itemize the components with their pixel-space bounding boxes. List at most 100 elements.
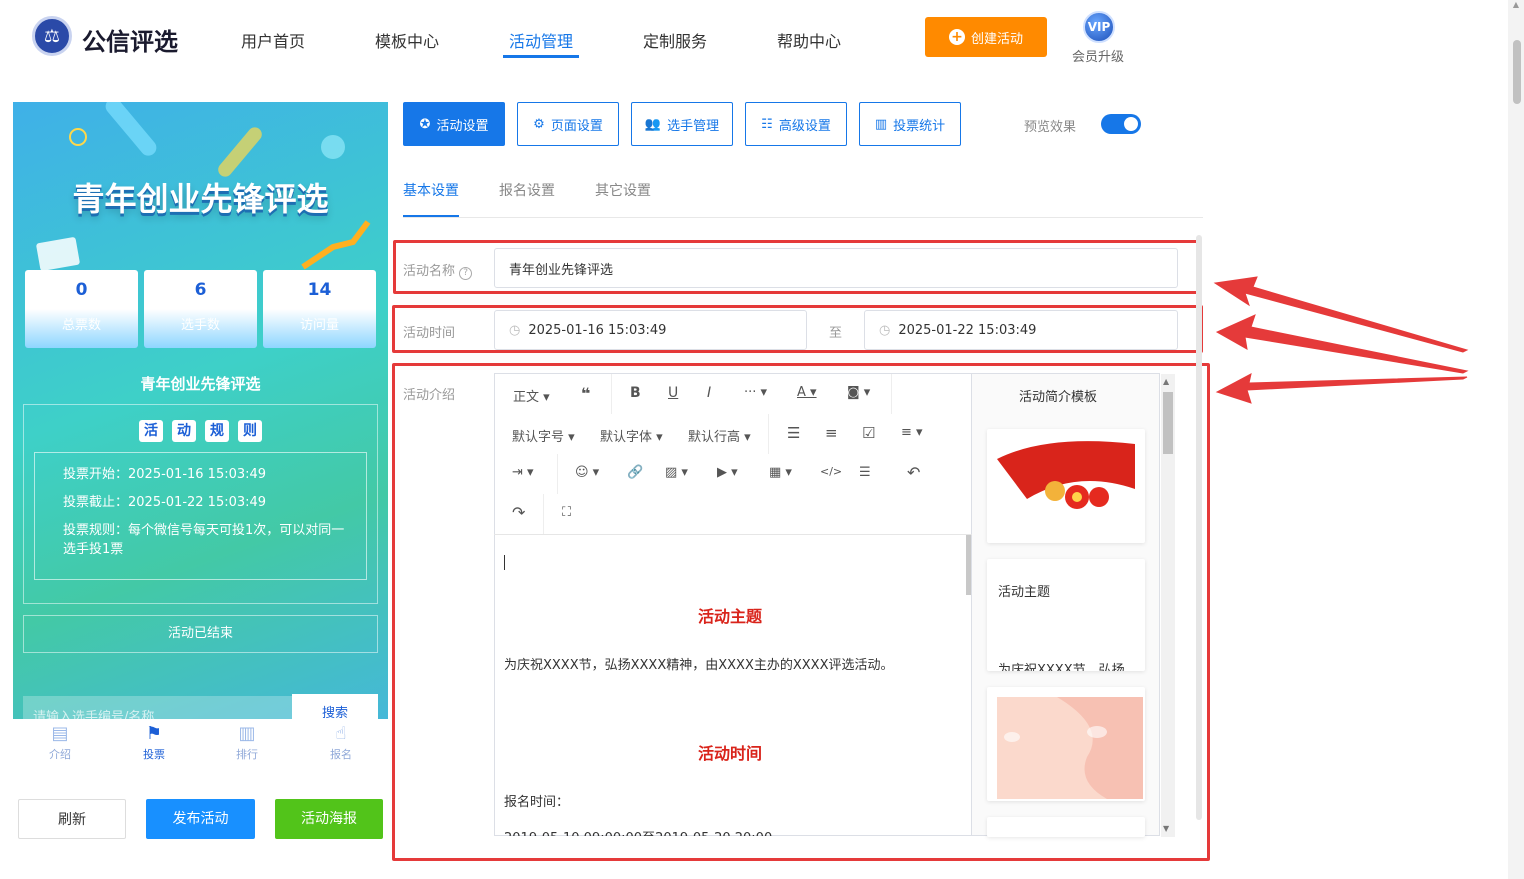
stat-contestants: 6 选手数 (144, 270, 257, 348)
more-icon[interactable]: ··· ▾ (744, 385, 767, 400)
vip-icon[interactable]: VIP (1083, 11, 1115, 43)
tab-basic-settings[interactable]: 基本设置 (403, 180, 459, 200)
fullscreen-icon[interactable]: ⛶ (562, 505, 571, 520)
emoji-icon[interactable]: ☺ ▾ (575, 465, 599, 480)
content-heading-time: 活动时间 (697, 744, 762, 763)
redo-icon[interactable]: ↷ (512, 503, 525, 522)
activity-name-label: 活动名称 ? (403, 260, 473, 280)
paragraph-style-select[interactable]: 正文 ▾ (513, 386, 550, 405)
rules-char: 动 (172, 420, 196, 442)
time-separator: 至 (829, 326, 843, 341)
editor-content[interactable]: 活动主题 为庆祝XXXX节，弘扬XXXX精神，由XXXX主办的XXXX评选活动。… (494, 534, 972, 836)
stat-label: 访问量 (299, 318, 339, 333)
content-paragraph: 为庆祝XXXX节，弘扬XXXX精神，由XXXX主办的XXXX评选活动。 (504, 658, 894, 673)
toolbar-divider (891, 374, 892, 414)
banner-title: 青年创业先锋评选 (72, 180, 329, 218)
video-icon[interactable]: ▶ ▾ (717, 465, 738, 480)
scroll-up-icon[interactable]: ▲ (1163, 377, 1169, 386)
numbered-list-icon[interactable]: ≡ (825, 424, 838, 442)
page-settings-button[interactable]: ⚙ 页面设置 (517, 102, 619, 146)
nav-user-home[interactable]: 用户首页 (241, 28, 305, 52)
font-size-select[interactable]: 默认字号 ▾ (512, 426, 575, 445)
nav-custom-service[interactable]: 定制服务 (643, 28, 707, 52)
logo-icon: ⚖ (32, 16, 72, 56)
bar-chart-icon: ▥ (238, 723, 256, 744)
page-scrollbar-thumb[interactable] (1513, 40, 1521, 104)
template-card[interactable] (987, 817, 1145, 837)
template-thumbnail (997, 439, 1135, 509)
vip-upgrade-link[interactable]: 会员升级 (1072, 46, 1124, 65)
scroll-down-icon[interactable]: ▼ (1163, 824, 1169, 833)
activity-settings-button[interactable]: ✪ 活动设置 (403, 102, 505, 146)
start-time-input[interactable]: ◷ 2025-01-16 15:03:49 (494, 310, 807, 350)
tab-vote[interactable]: ⚑ 投票 (124, 722, 184, 762)
rule-vote-end: 投票截止：2025-01-22 15:03:49 (63, 495, 267, 510)
font-color-icon[interactable]: A ▾ (797, 385, 817, 400)
indent-icon[interactable]: ⇥ ▾ (512, 465, 534, 480)
button-label: 页面设置 (550, 118, 603, 134)
rule-vote-start: 投票开始：2025-01-16 15:03:49 (63, 467, 267, 482)
stat-label: 总票数 (61, 318, 101, 333)
bullet-list-icon[interactable]: ☰ (787, 424, 800, 442)
tab-other-settings[interactable]: 其它设置 (595, 180, 651, 200)
template-card[interactable] (987, 687, 1145, 801)
template-card[interactable] (987, 429, 1145, 543)
nav-help-center[interactable]: 帮助中心 (777, 28, 841, 52)
tab-signup-settings[interactable]: 报名设置 (499, 180, 555, 200)
template-scrollbar-thumb[interactable] (1163, 392, 1173, 454)
search-button[interactable]: 搜索 (292, 694, 378, 719)
align-icon[interactable]: ≡ ▾ (901, 425, 923, 440)
form-scrollbar[interactable] (1196, 235, 1202, 820)
code-icon[interactable]: </> (820, 465, 842, 478)
undo-icon[interactable]: ↶ (907, 463, 920, 482)
quote-icon[interactable]: ❝ (581, 384, 590, 403)
annotation-arrows (1213, 276, 1469, 404)
line-height-select[interactable]: 默认行高 ▾ (688, 426, 751, 445)
activity-ended-status: 活动已结束 (23, 615, 378, 653)
clock-icon: ◷ (509, 322, 521, 338)
tab-ranking[interactable]: ▥ 排行 (217, 722, 277, 762)
italic-icon[interactable]: I (707, 385, 711, 401)
activity-name-input[interactable]: 青年创业先锋评选 (494, 248, 1178, 288)
bold-icon[interactable]: B (630, 385, 641, 401)
toolbar-divider (611, 374, 612, 414)
image-icon[interactable]: ▨ ▾ (665, 465, 688, 480)
refresh-button[interactable]: 刷新 (18, 799, 126, 839)
activity-time-label: 活动时间 (403, 326, 456, 341)
contestant-search-input[interactable]: 请输入选手编号/名称 (23, 696, 293, 719)
nav-template-center[interactable]: 模板中心 (375, 28, 439, 52)
font-family-select[interactable]: 默认字体 ▾ (600, 426, 663, 445)
stat-visits: 14 访问量 (263, 270, 376, 348)
poster-button[interactable]: 活动海报 (275, 799, 383, 839)
rule-vote-policy: 投票规则：每个微信号每天可投1次，可以对同一选手投1票 (63, 523, 345, 557)
divider-icon[interactable]: ☰ (859, 465, 871, 480)
template-card[interactable]: 活动主题 为庆祝XXXX节，弘扬 (987, 559, 1145, 671)
divider (403, 217, 1203, 218)
page-scrollbar-track[interactable] (1508, 0, 1524, 879)
tab-signup[interactable]: ☝ 报名 (311, 722, 371, 762)
background-color-icon[interactable]: ◙ ▾ (847, 385, 870, 400)
checkbox-list-icon[interactable]: ☑ (862, 424, 875, 442)
gear-icon: ⚙ (533, 116, 545, 132)
link-icon[interactable]: 🔗 (627, 465, 643, 480)
nav-activity-manage[interactable]: 活动管理 (509, 28, 573, 52)
scroll-up-icon[interactable]: ▲ (1508, 0, 1524, 9)
editor-scrollbar[interactable] (966, 535, 971, 595)
toolbar-divider (543, 494, 544, 534)
button-label: 投票统计 (893, 118, 946, 134)
end-time-input[interactable]: ◷ 2025-01-22 15:03:49 (864, 310, 1178, 350)
tab-intro[interactable]: ▤ 介绍 (30, 722, 90, 762)
publish-button[interactable]: 发布活动 (146, 799, 255, 839)
vote-stats-button[interactable]: ▥ 投票统计 (859, 102, 961, 146)
underline-icon[interactable]: U (668, 385, 678, 401)
hand-pointer-icon: ☝ (335, 723, 347, 744)
tab-label: 报名 (330, 748, 352, 761)
rules-char: 活 (139, 420, 163, 442)
advanced-settings-button[interactable]: ☷ 高级设置 (745, 102, 847, 146)
create-activity-button[interactable]: + 创建活动 (925, 17, 1047, 57)
table-icon[interactable]: ▦ ▾ (769, 465, 792, 480)
tab-label: 介绍 (49, 748, 71, 761)
preview-toggle[interactable] (1101, 114, 1141, 134)
contestant-manage-button[interactable]: 👥 选手管理 (631, 102, 733, 146)
create-activity-label: 创建活动 (970, 31, 1023, 47)
